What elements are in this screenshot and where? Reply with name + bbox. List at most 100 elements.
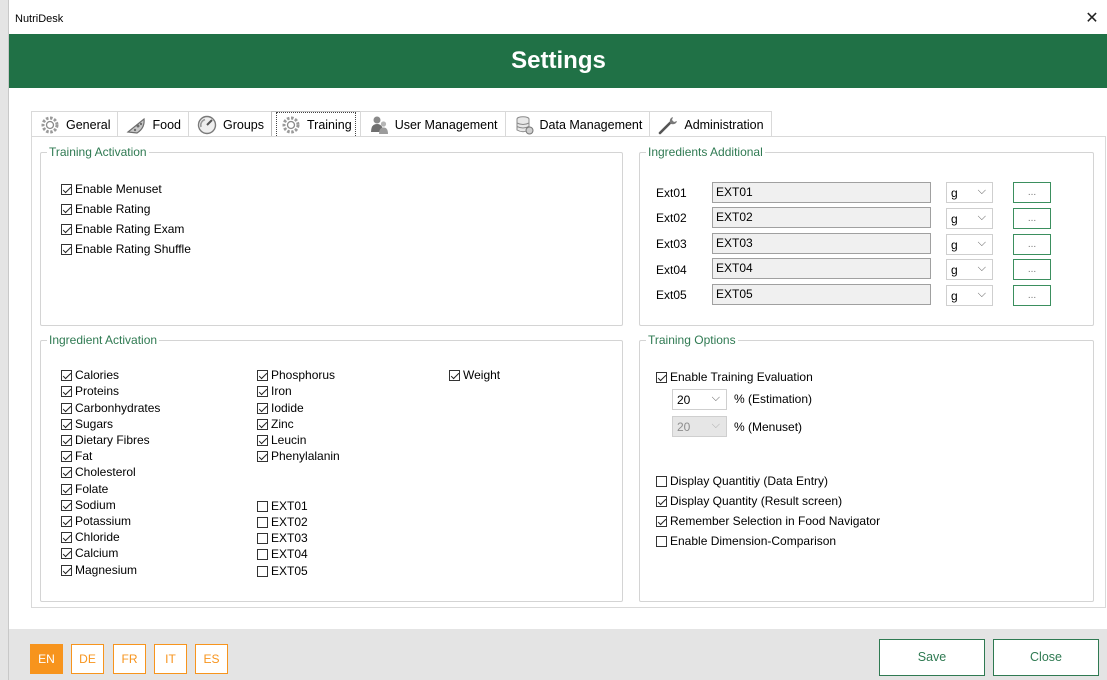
group-legend: Training Activation [47, 145, 149, 159]
checkbox-box [61, 531, 72, 543]
database-icon [516, 115, 534, 134]
ext02-browse-button[interactable]: ... [1013, 208, 1051, 229]
checkbox-label: Calcium [75, 546, 119, 560]
checkbox-label: Chloride [75, 530, 120, 544]
chevron-down-icon: ⌵ [977, 185, 986, 197]
calcium-checkbox[interactable]: Calcium [61, 545, 118, 561]
display-quantity-result-checkbox[interactable]: Display Quantity (Result screen) [656, 493, 842, 509]
folate-checkbox[interactable]: Folate [61, 481, 108, 497]
estimation-percent-select[interactable]: 20 ⌵ [672, 389, 727, 410]
ext03-checkbox[interactable]: EXT03 [257, 530, 308, 546]
iodide-checkbox[interactable]: Iodide [257, 400, 304, 416]
ext05-unit-select[interactable]: g ⌵ [946, 285, 993, 306]
chevron-down-icon: ⌵ [711, 392, 720, 404]
checkbox-label: Iodide [271, 401, 304, 415]
ext05-browse-button[interactable]: ... [1013, 285, 1051, 306]
enable-rating-checkbox[interactable]: Enable Rating [61, 201, 150, 217]
checkbox-box [656, 515, 667, 527]
language-button-de[interactable]: DE [71, 644, 104, 674]
leucin-checkbox[interactable]: Leucin [257, 432, 306, 448]
ext03-label: Ext03 [656, 237, 687, 251]
select-value: g [951, 186, 958, 200]
ext04-unit-select[interactable]: g ⌵ [946, 259, 993, 280]
tab-training[interactable]: Training [270, 111, 361, 138]
checkbox-label: Display Quantity (Result screen) [670, 494, 843, 508]
save-button[interactable]: Save [879, 639, 985, 676]
ext02-checkbox[interactable]: EXT02 [257, 514, 308, 530]
chevron-down-icon: ⌵ [977, 211, 986, 223]
chloride-checkbox[interactable]: Chloride [61, 529, 120, 545]
zinc-checkbox[interactable]: Zinc [257, 416, 294, 432]
phenylalanin-checkbox[interactable]: Phenylalanin [257, 448, 340, 464]
enable-menuset-checkbox[interactable]: Enable Menuset [61, 181, 162, 197]
ext01-name-input[interactable]: EXT01 [712, 182, 931, 203]
ext04-checkbox[interactable]: EXT04 [257, 546, 308, 562]
sodium-checkbox[interactable]: Sodium [61, 497, 116, 513]
checkbox-box [61, 499, 72, 511]
checkbox-box [61, 203, 72, 215]
checkbox-label: EXT05 [271, 564, 308, 578]
ext03-unit-select[interactable]: g ⌵ [946, 234, 993, 255]
ext05-name-input[interactable]: EXT05 [712, 284, 931, 305]
language-button-en[interactable]: EN [30, 644, 63, 674]
select-value: g [951, 263, 958, 277]
potassium-checkbox[interactable]: Potassium [61, 513, 131, 529]
tab-administration[interactable]: Administration [649, 111, 772, 137]
ext01-label: Ext01 [656, 186, 687, 200]
remember-selection-checkbox[interactable]: Remember Selection in Food Navigator [656, 513, 880, 529]
checkbox-box [61, 466, 72, 478]
ext02-name-input[interactable]: EXT02 [712, 207, 931, 228]
ext05-checkbox[interactable]: EXT05 [257, 563, 308, 579]
enable-rating-shuffle-checkbox[interactable]: Enable Rating Shuffle [61, 241, 191, 257]
ext03-browse-button[interactable]: ... [1013, 234, 1051, 255]
iron-checkbox[interactable]: Iron [257, 383, 292, 399]
window-close-button[interactable]: ✕ [1082, 9, 1102, 29]
ext01-browse-button[interactable]: ... [1013, 182, 1051, 203]
checkbox-label: Iron [271, 384, 292, 398]
fat-checkbox[interactable]: Fat [61, 448, 92, 464]
ext01-checkbox[interactable]: EXT01 [257, 498, 308, 514]
ext04-browse-button[interactable]: ... [1013, 259, 1051, 280]
language-button-es[interactable]: ES [195, 644, 228, 674]
enable-rating-exam-checkbox[interactable]: Enable Rating Exam [61, 221, 184, 237]
phosphorus-checkbox[interactable]: Phosphorus [257, 367, 335, 383]
tab-groups[interactable]: Groups [187, 111, 272, 137]
ext01-unit-select[interactable]: g ⌵ [946, 182, 993, 203]
checkbox-box [61, 402, 72, 414]
checkbox-box [61, 434, 72, 446]
weight-checkbox[interactable]: Weight [449, 367, 500, 383]
checkbox-box [257, 418, 268, 430]
cholesterol-checkbox[interactable]: Cholesterol [61, 464, 136, 480]
enable-dimension-comparison-checkbox[interactable]: Enable Dimension-Comparison [656, 533, 836, 549]
ext03-name-input[interactable]: EXT03 [712, 233, 931, 254]
dietary-fibres-checkbox[interactable]: Dietary Fibres [61, 432, 150, 448]
checkbox-label: Folate [75, 482, 109, 496]
checkbox-label: Sugars [75, 417, 114, 431]
checkbox-box [257, 450, 268, 462]
ext04-name-input[interactable]: EXT04 [712, 258, 931, 279]
language-button-it[interactable]: IT [154, 644, 187, 674]
tab-general[interactable]: General [31, 111, 119, 137]
group-legend: Ingredient Activation [47, 333, 160, 347]
language-button-fr[interactable]: FR [113, 644, 146, 674]
calories-checkbox[interactable]: Calories [61, 367, 119, 383]
magnesium-checkbox[interactable]: Magnesium [61, 562, 137, 578]
checkbox-box [449, 369, 460, 381]
checkbox-box [656, 535, 667, 547]
sugars-checkbox[interactable]: Sugars [61, 416, 113, 432]
close-button[interactable]: Close [993, 639, 1099, 676]
ext02-unit-select[interactable]: g ⌵ [946, 208, 993, 229]
tab-food[interactable]: Food [117, 111, 189, 137]
checkbox-label: Dietary Fibres [75, 433, 150, 447]
app-title: NutriDesk [15, 13, 64, 25]
tab-data-management[interactable]: Data Management [504, 111, 651, 137]
checkbox-box [61, 183, 72, 195]
display-quantity-data-entry-checkbox[interactable]: Display Quantitiy (Data Entry) [656, 473, 828, 489]
carbonhydrates-checkbox[interactable]: Carbonhydrates [61, 400, 160, 416]
checkbox-label: EXT02 [271, 515, 308, 529]
checkbox-box [656, 475, 667, 487]
checkbox-box [61, 223, 72, 235]
proteins-checkbox[interactable]: Proteins [61, 383, 119, 399]
enable-training-evaluation-checkbox[interactable]: Enable Training Evaluation [656, 369, 813, 385]
tab-user-management[interactable]: User Management [359, 111, 506, 137]
